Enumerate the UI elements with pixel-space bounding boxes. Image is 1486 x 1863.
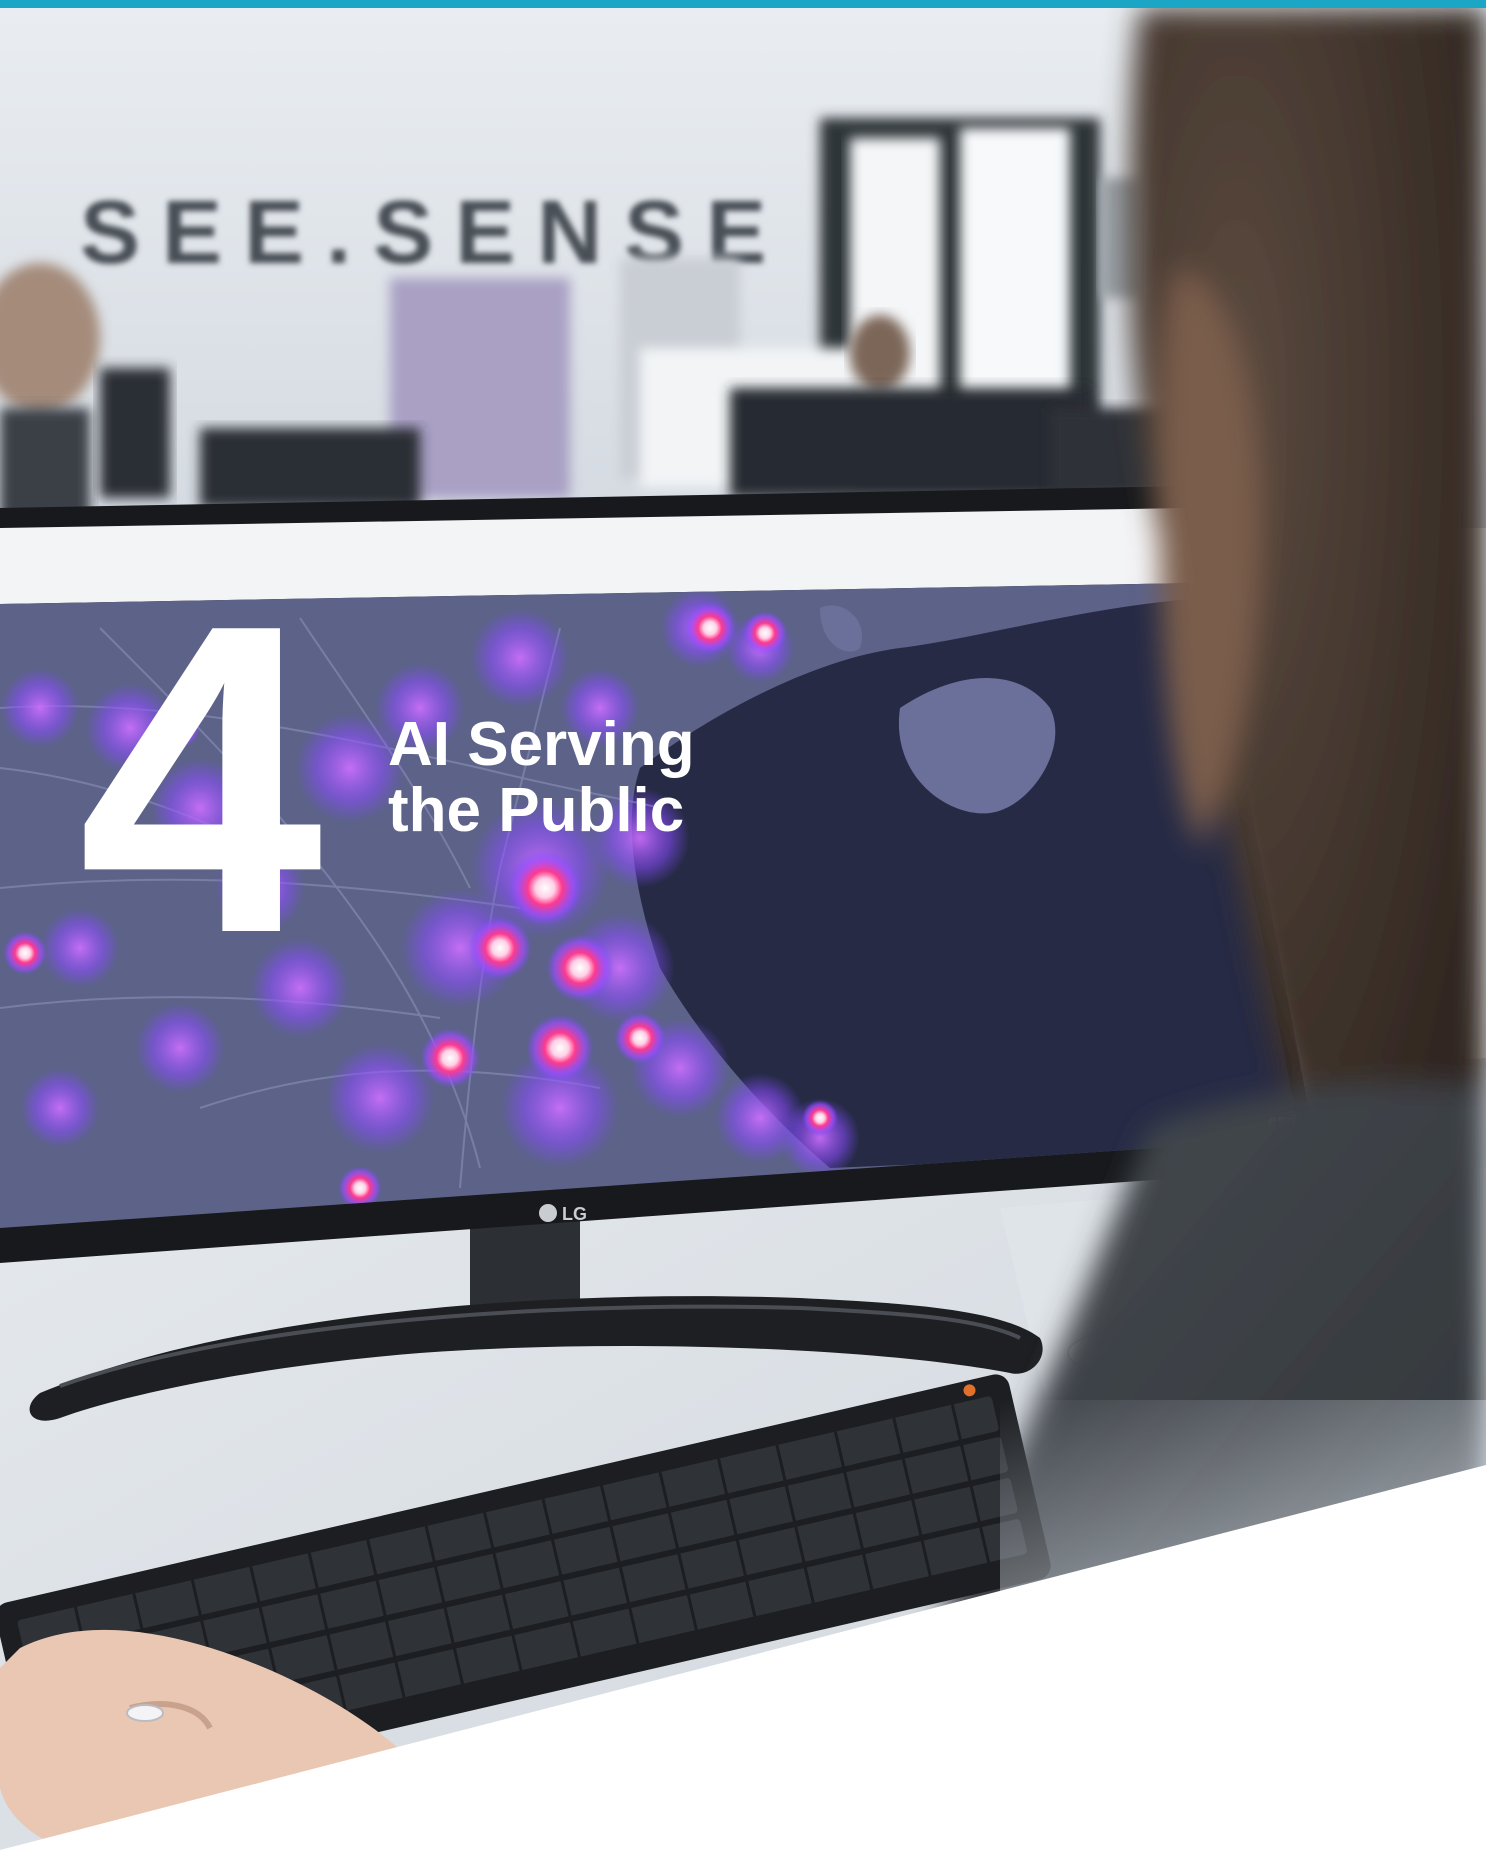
chapter-title-line-2: the Public (388, 776, 685, 845)
chapter-title-line-1: AI Serving (388, 710, 695, 779)
monitor-brand-text: LG (562, 1204, 587, 1224)
top-accent-rule (0, 0, 1486, 8)
chapter-number: 4 (78, 534, 323, 1025)
chapter-title: AI Serving the Public (388, 712, 788, 844)
monitor-brand-icon (539, 1204, 557, 1222)
chapter-opener-page: SEE.SENSE LG 4 AI Serving the Public (0, 0, 1486, 1863)
